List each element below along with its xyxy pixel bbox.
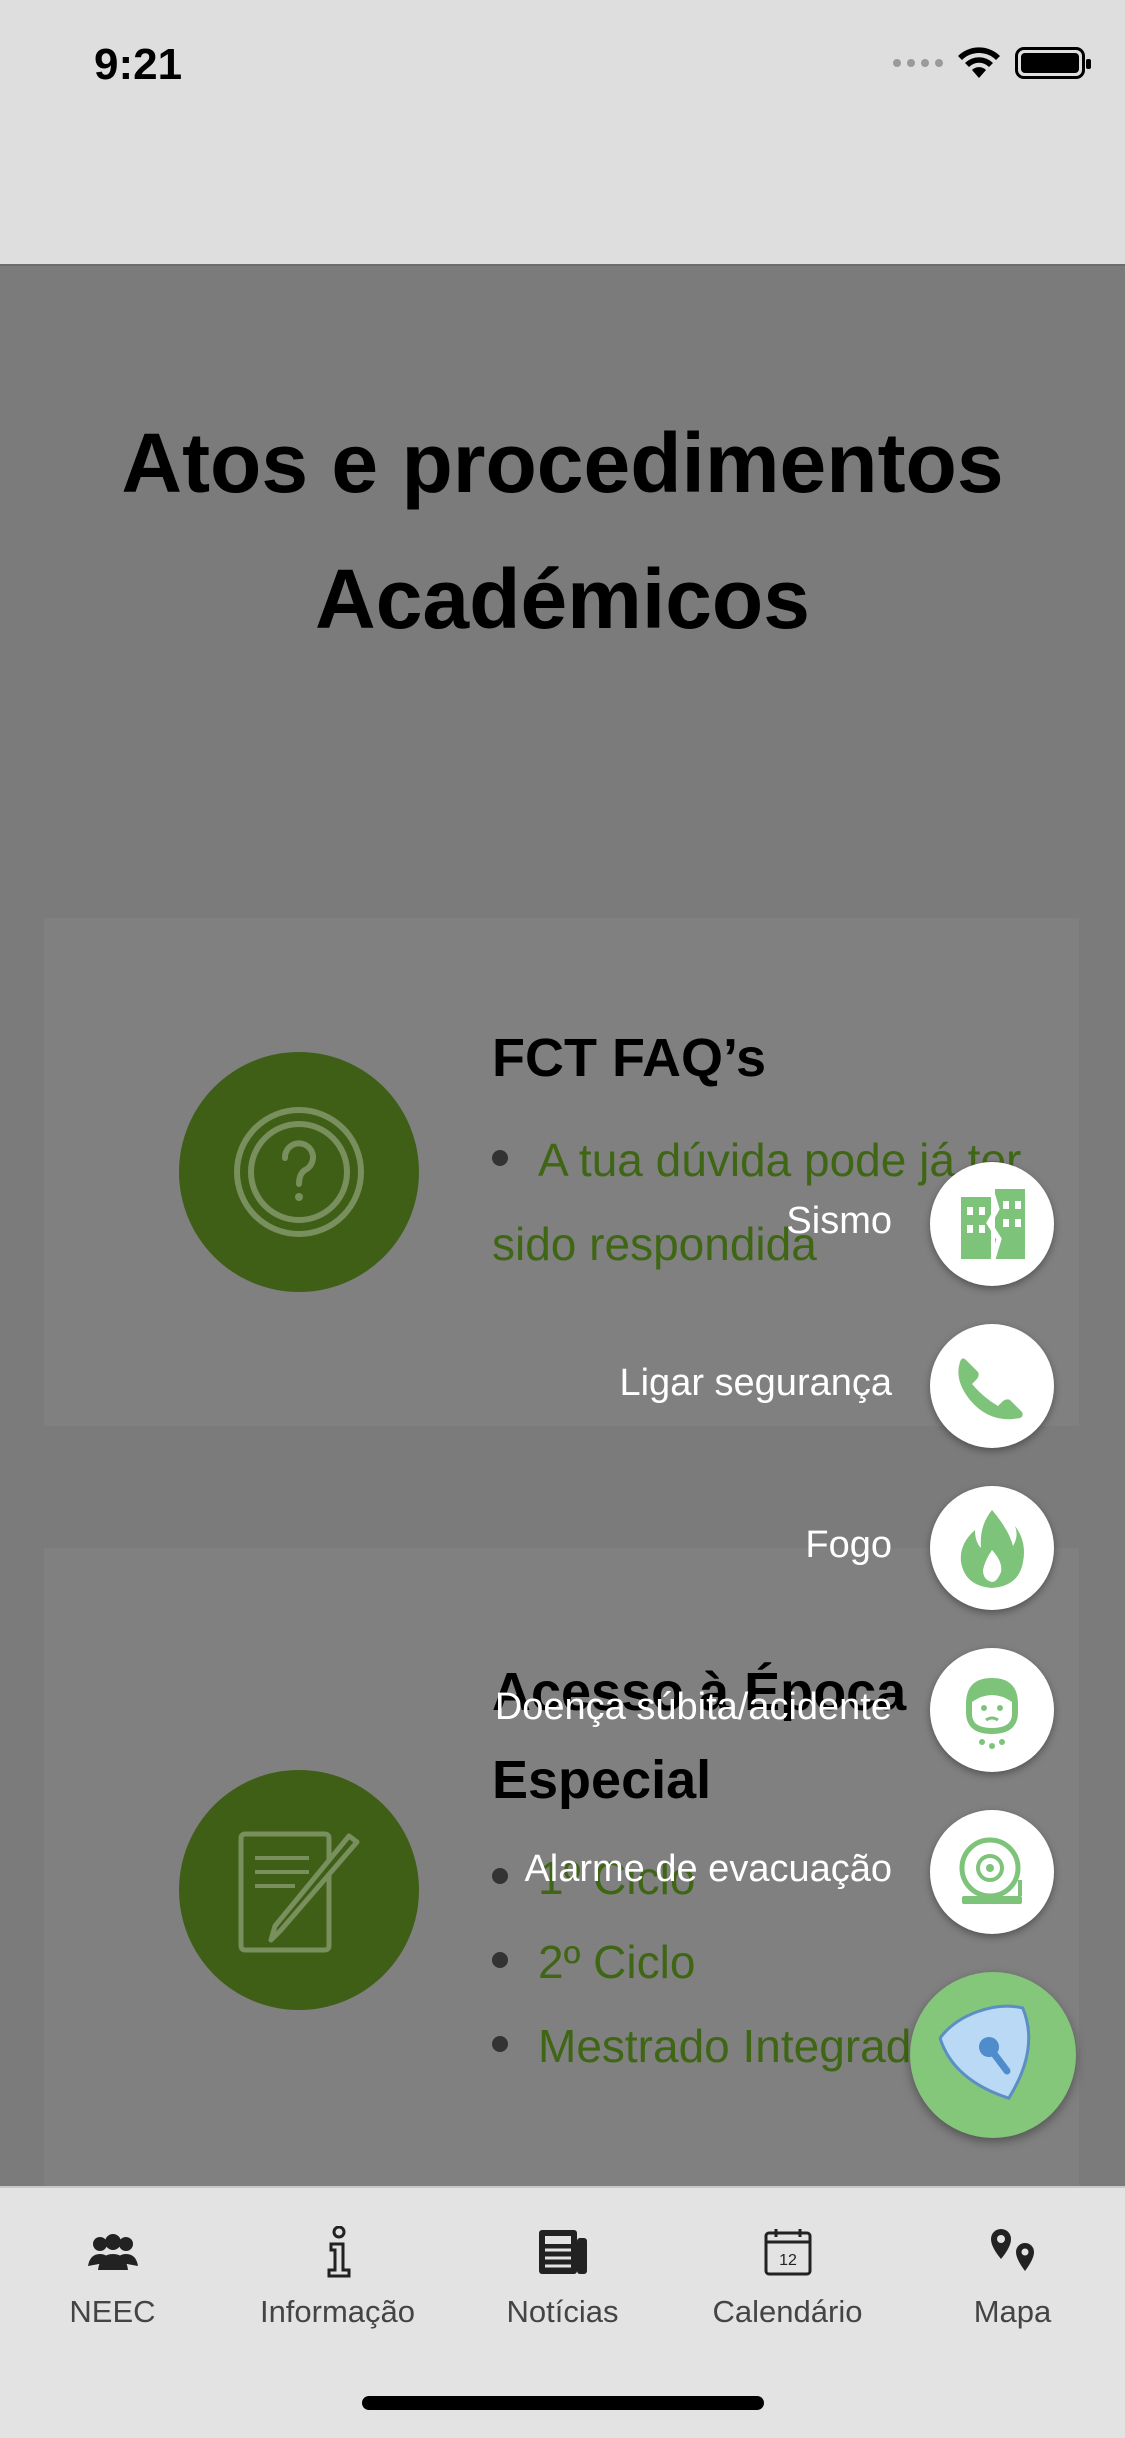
shield-key-icon[interactable] [910, 1972, 1076, 2138]
tab-noticias[interactable]: Notícias [450, 2188, 675, 2348]
info-icon [323, 2224, 353, 2280]
dial-label-ligar-seguranca[interactable]: Ligar segurança [619, 1362, 892, 1405]
dial-label-alarme[interactable]: Alarme de evacuação [524, 1848, 892, 1891]
question-icon [179, 1052, 419, 1292]
card-fct-faqs[interactable]: FCT FAQ’s A tua dúvida pode já ter sido … [44, 918, 1079, 1426]
status-time: 9:21 [94, 40, 183, 89]
fire-icon[interactable] [930, 1486, 1054, 1610]
phone-icon[interactable] [930, 1324, 1054, 1448]
list-item[interactable]: Mestrado Integrado [492, 2004, 937, 2088]
signal-icon [893, 59, 943, 67]
calendar-icon: 12 [763, 2224, 813, 2280]
map-pins-icon [987, 2224, 1039, 2280]
newspaper-icon [537, 2224, 589, 2280]
dial-label-fogo[interactable]: Fogo [805, 1524, 892, 1567]
wifi-icon [958, 47, 1000, 78]
alarm-bell-icon[interactable] [930, 1810, 1054, 1934]
status-icons [893, 46, 1091, 80]
list-item[interactable]: 2º Ciclo [492, 1920, 937, 2004]
status-bar: 9:21 [0, 0, 1125, 266]
tab-informacao[interactable]: Informação [225, 2188, 450, 2348]
dial-label-sismo[interactable]: Sismo [786, 1200, 892, 1243]
svg-text:12: 12 [779, 2252, 797, 2269]
tab-mapa[interactable]: Mapa [900, 2188, 1125, 2348]
group-icon [86, 2224, 140, 2280]
dial-label-doenca[interactable]: Doença súbita/acidente [495, 1686, 892, 1729]
page-title: Atos e procedimentos Académicos [121, 416, 1004, 646]
sick-person-icon[interactable] [930, 1648, 1054, 1772]
card-title: FCT FAQ’s [492, 1028, 767, 1088]
tab-neec[interactable]: NEEC [0, 2188, 225, 2348]
earthquake-building-icon[interactable] [930, 1162, 1054, 1286]
battery-icon [1015, 47, 1091, 79]
pencil-document-icon [179, 1770, 419, 2010]
home-indicator[interactable] [362, 2396, 764, 2410]
tab-calendario[interactable]: 12 Calendário [675, 2188, 900, 2348]
